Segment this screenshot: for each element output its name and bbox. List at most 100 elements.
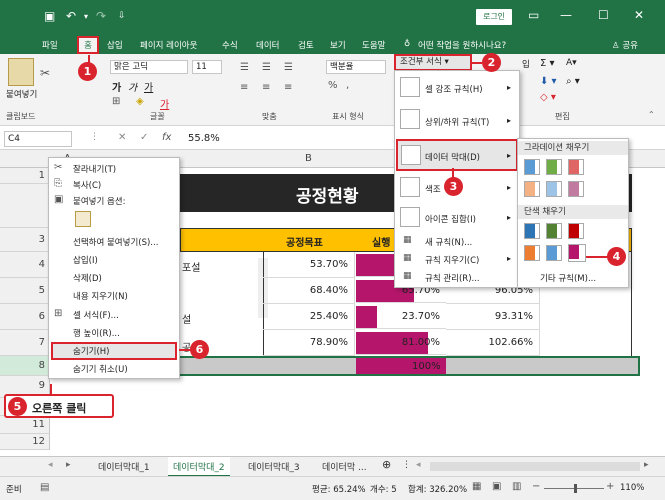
row-header[interactable]: 7 (0, 330, 50, 356)
number-format-select[interactable]: 백분율 (326, 60, 386, 74)
bold-icon[interactable]: 가 (112, 79, 121, 94)
percent-icon[interactable]: % (328, 80, 338, 91)
row-header-selected[interactable]: 8 (0, 356, 50, 376)
align-top-icon[interactable]: ☰ (240, 62, 249, 73)
solid-bar-magenta[interactable] (568, 244, 586, 262)
paste-button[interactable]: 붙여넣기 (6, 88, 37, 100)
font-color-icon[interactable]: 가 (160, 96, 169, 111)
cell-goal[interactable]: 78.90% (263, 330, 355, 356)
close-icon[interactable]: ✕ (634, 8, 644, 22)
sort-filter-icon[interactable]: A▾ (566, 58, 577, 68)
tab-insert[interactable]: 삽입 (107, 39, 123, 51)
align-middle-icon[interactable]: ☰ (262, 62, 271, 73)
row-header[interactable]: 1 (0, 168, 50, 184)
solid-bar-red[interactable] (568, 223, 584, 239)
row-header[interactable]: 3 (0, 228, 50, 252)
redo-icon[interactable]: ↷ (96, 9, 106, 23)
save-icon[interactable]: ▣ (44, 9, 55, 23)
undo-dropdown-icon[interactable]: ▾ (84, 12, 88, 21)
function-icon[interactable]: fx (162, 132, 171, 143)
tab-review[interactable]: 검토 (298, 39, 314, 51)
insert-cells-button[interactable]: 입 (522, 58, 530, 70)
login-button[interactable]: 로그인 (476, 9, 512, 25)
menu-item-delete[interactable]: 삭제(D) (73, 272, 102, 284)
sheet-tab-3[interactable]: 데이터막대_3 (248, 460, 300, 473)
maximize-icon[interactable]: ☐ (598, 8, 609, 22)
fill-icon[interactable]: ⬇ ▾ (540, 76, 557, 87)
comma-icon[interactable]: , (346, 80, 349, 91)
cell-actual[interactable]: 23.70% (356, 305, 446, 329)
horizontal-scrollbar[interactable] (430, 462, 640, 471)
tell-me-input[interactable]: 어떤 작업을 원하시나요? (418, 39, 506, 51)
gradient-bar-red[interactable] (568, 159, 584, 175)
sheet-tab-4[interactable]: 데이터막 ... (322, 460, 367, 473)
gradient-bar-blue[interactable] (524, 159, 540, 175)
menu-item-insert[interactable]: 삽입(I) (73, 254, 98, 266)
menu-item-cut[interactable]: 잘라내기(T) (73, 163, 116, 175)
tab-formulas[interactable]: 수식 (222, 39, 238, 51)
font-size-select[interactable]: 11 (192, 60, 222, 74)
menu-item-copy[interactable]: 복사(C) (73, 179, 101, 191)
align-left-icon[interactable]: ≡ (240, 82, 248, 93)
menu-item-clear[interactable]: 내용 지우기(N) (73, 290, 128, 302)
column-header-b[interactable]: B (305, 153, 312, 164)
cancel-entry-icon[interactable]: ✕ (118, 132, 126, 143)
confirm-entry-icon[interactable]: ✓ (140, 132, 148, 143)
cell-rate[interactable]: 93.31% (446, 304, 540, 330)
share-button[interactable]: ♙ 공유 (612, 39, 638, 51)
ribbon-display-icon[interactable]: ▭ (528, 8, 539, 22)
font-name-select[interactable]: 맑은 고딕 (110, 60, 188, 74)
cf-item-colorscale[interactable]: 색조 (425, 183, 441, 195)
row-header[interactable] (0, 184, 50, 228)
menu-item-row-height[interactable]: 행 높이(R)... (73, 327, 120, 339)
tab-more-icon[interactable]: ⋮ (402, 460, 411, 470)
paste-icon[interactable] (75, 211, 91, 227)
underline-icon[interactable]: 가 (144, 79, 153, 94)
zoom-in-icon[interactable]: + (606, 481, 614, 492)
hscroll-right-icon[interactable]: ▸ (644, 460, 649, 470)
normal-view-icon[interactable]: ▦ (472, 481, 481, 492)
align-center-icon[interactable]: ≡ (262, 82, 270, 93)
cf-item-manage[interactable]: 규칙 관리(R)... (425, 272, 480, 284)
cell-goal[interactable]: 68.40% (263, 278, 355, 304)
solid-bar-blue[interactable] (524, 223, 540, 239)
menu-item-unhide[interactable]: 숨기기 취소(U) (73, 363, 128, 375)
cf-item-new-rule[interactable]: 새 규칙(N)... (425, 236, 472, 248)
zoom-out-icon[interactable]: − (532, 481, 540, 492)
zoom-slider-thumb[interactable] (574, 484, 577, 493)
hscroll-left-icon[interactable]: ◂ (416, 460, 421, 470)
page-layout-view-icon[interactable]: ▣ (492, 481, 501, 492)
cell-goal[interactable]: 25.40% (263, 304, 355, 330)
page-break-view-icon[interactable]: ▥ (512, 481, 521, 492)
tab-scroll-right-icon[interactable]: ▸ (66, 460, 71, 470)
cell-goal[interactable]: 53.70% (263, 252, 355, 278)
formula-input[interactable]: 55.8% (188, 133, 220, 144)
find-icon[interactable]: ⌕ ▾ (566, 76, 580, 87)
tab-data[interactable]: 데이터 (256, 39, 279, 51)
align-right-icon[interactable]: ≡ (284, 82, 292, 93)
minimize-icon[interactable]: — (560, 8, 572, 22)
tab-scroll-left-icon[interactable]: ◂ (48, 460, 53, 470)
gradient-bar-green[interactable] (546, 159, 562, 175)
name-box[interactable]: C4 (4, 131, 72, 147)
tab-view[interactable]: 보기 (330, 39, 346, 51)
sheet-tab-2-active[interactable]: 데이터막대_2 (168, 457, 230, 477)
cf-item-clear-rules[interactable]: 규칙 지우기(C) (425, 254, 479, 266)
solid-bar-orange[interactable] (524, 245, 540, 261)
row-header[interactable]: 12 (0, 434, 50, 450)
solid-bar-green[interactable] (546, 223, 562, 239)
cell-rate[interactable]: 102.66% (446, 330, 540, 356)
undo-icon[interactable]: ↶ (66, 9, 76, 23)
zoom-level[interactable]: 110% (620, 483, 644, 493)
italic-icon[interactable]: 가 (128, 79, 137, 94)
gradient-bar-orange[interactable] (524, 181, 540, 197)
submenu-more-rules[interactable]: 기타 규칙(M)... (540, 272, 596, 284)
collapse-ribbon-icon[interactable]: ⌃ (648, 110, 655, 119)
row-header[interactable]: 11 (0, 416, 50, 434)
macro-record-icon[interactable]: ▤ (40, 482, 49, 493)
tab-home[interactable]: 홈 (77, 36, 99, 54)
add-sheet-icon[interactable]: ⊕ (382, 458, 391, 471)
row-header[interactable]: 6 (0, 304, 50, 330)
cf-item-topbottom[interactable]: 상위/하위 규칙(T) (425, 116, 489, 128)
border-icon[interactable]: ⊞ (112, 96, 120, 107)
